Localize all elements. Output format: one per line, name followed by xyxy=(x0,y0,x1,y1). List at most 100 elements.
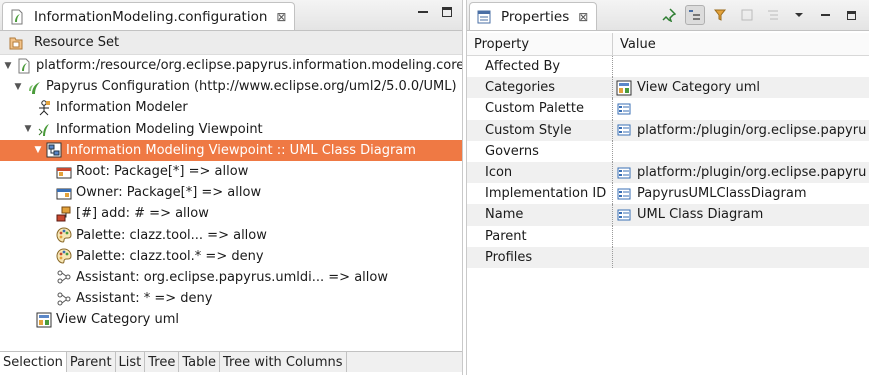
property-value[interactable]: UML Class Diagram xyxy=(613,204,763,225)
tree-item-label: Papyrus Configuration (http://www.eclips… xyxy=(46,79,457,95)
minimize-icon[interactable] xyxy=(418,7,428,17)
filter-icon[interactable] xyxy=(711,5,731,25)
maximize-icon[interactable] xyxy=(841,5,861,25)
tree-item[interactable]: Palette: clazz.tool... => allow xyxy=(0,225,462,246)
tree-item-label: Root: Package[*] => allow xyxy=(76,164,249,180)
minimize-icon[interactable] xyxy=(815,5,835,25)
tree-item[interactable]: View Category uml xyxy=(0,309,462,330)
editor-tab-table[interactable]: Table xyxy=(179,352,220,372)
property-value-text: platform:/plugin/org.eclipse.papyru xyxy=(637,122,867,138)
close-icon[interactable]: ⊠ xyxy=(276,10,286,24)
tree-item[interactable]: Assistant: org.eclipse.papyrus.umldi... … xyxy=(0,267,462,288)
tree-item-label: Assistant: * => deny xyxy=(76,291,213,307)
tree-item-label: Palette: clazz.tool... => allow xyxy=(76,227,267,243)
tree-item[interactable]: Palette: clazz.tool.* => deny xyxy=(0,246,462,267)
configuration-icon xyxy=(26,79,42,95)
property-value[interactable]: View Category uml xyxy=(613,77,760,98)
expand-toggle-icon[interactable]: ▼ xyxy=(2,61,14,71)
tree-item-label: Assistant: org.eclipse.papyrus.umldi... … xyxy=(76,269,388,285)
property-name: Profiles xyxy=(467,246,613,268)
expand-toggle-icon[interactable]: ▼ xyxy=(22,124,34,134)
expand-toggle-icon[interactable]: ▼ xyxy=(32,145,44,155)
item-icon xyxy=(616,165,632,181)
editor-tab-tree[interactable]: Tree xyxy=(145,352,180,372)
property-row[interactable]: Affected By xyxy=(467,56,869,78)
tree-item[interactable]: ▼ Information Modeling Viewpoint xyxy=(0,119,462,140)
property-row[interactable]: Icon platform:/plugin/org.eclipse.papyru xyxy=(467,161,869,184)
property-row[interactable]: Custom Style platform:/plugin/org.eclipse… xyxy=(467,119,869,141)
property-row[interactable]: Categories View Category uml xyxy=(467,77,869,99)
root-rule-icon xyxy=(56,164,72,180)
child-rule-icon xyxy=(56,206,72,222)
property-row[interactable]: Profiles xyxy=(467,246,869,268)
property-row[interactable]: Custom Palette xyxy=(467,98,869,120)
tree-item-label: Information Modeler xyxy=(56,100,188,116)
property-name: Custom Palette xyxy=(467,98,613,120)
editor-tab[interactable]: InformationModeling.configuration ⊠ xyxy=(2,2,296,30)
item-icon xyxy=(616,207,632,223)
editor-pane: InformationModeling.configuration ⊠ Reso… xyxy=(0,0,463,375)
tree-item[interactable]: Root: Package[*] => allow xyxy=(0,161,462,182)
item-icon xyxy=(616,122,632,138)
properties-table: Affected By Categories View Category uml Cu… xyxy=(467,56,869,268)
show-categories-icon[interactable] xyxy=(685,5,705,25)
category-icon xyxy=(616,80,632,96)
editor-tab-parent[interactable]: Parent xyxy=(67,352,116,372)
properties-tab[interactable]: Properties ⊠ xyxy=(469,2,598,30)
model-tree: ▼ platform:/resource/org.eclipse.papyrus.… xyxy=(0,55,462,330)
view-menu-icon[interactable] xyxy=(789,5,809,25)
tree-item-label: Information Modeling Viewpoint xyxy=(56,121,263,137)
advanced-properties-icon[interactable] xyxy=(763,5,783,25)
property-name: Name xyxy=(467,204,613,226)
properties-toolbar xyxy=(659,5,861,25)
property-value[interactable] xyxy=(613,141,616,162)
property-value[interactable] xyxy=(613,98,637,119)
properties-column-header: Property Value xyxy=(467,33,869,56)
property-name: Affected By xyxy=(467,56,613,78)
tree-item[interactable]: ▼ platform:/resource/org.eclipse.papyrus.… xyxy=(0,55,462,76)
tree-item[interactable]: Assistant: * => deny xyxy=(0,288,462,309)
restore-default-icon[interactable] xyxy=(737,5,757,25)
editor-tab-list[interactable]: List xyxy=(116,352,146,372)
editor-tab-tree-with-columns[interactable]: Tree with Columns xyxy=(220,352,347,372)
value-column-header[interactable]: Value xyxy=(613,33,656,55)
tree-item-label: Palette: clazz.tool.* => deny xyxy=(76,248,264,264)
property-value[interactable]: platform:/plugin/org.eclipse.papyru xyxy=(613,162,866,183)
property-value-text: View Category uml xyxy=(637,80,761,96)
property-value[interactable] xyxy=(613,226,616,247)
tree-item-label: Owner: Package[*] => allow xyxy=(76,185,262,201)
property-value-text: platform:/plugin/org.eclipse.papyru xyxy=(637,165,867,181)
tree-item[interactable]: ▼ Papyrus Configuration (http://www.eclip… xyxy=(0,76,462,97)
expand-toggle-icon[interactable]: ▼ xyxy=(12,82,24,92)
property-row[interactable]: Parent xyxy=(467,225,869,247)
resource-set-label: Resource Set xyxy=(34,35,120,50)
property-row[interactable]: Implementation ID PapyrusUMLClassDiagram xyxy=(467,183,869,205)
property-value[interactable] xyxy=(613,56,616,77)
owner-rule-icon xyxy=(56,185,72,201)
tree-item-label: Information Modeling Viewpoint :: UML Cl… xyxy=(66,142,416,158)
tree-item[interactable]: Information Modeler xyxy=(0,97,462,118)
maximize-icon[interactable] xyxy=(442,7,452,17)
close-icon[interactable]: ⊠ xyxy=(578,10,588,24)
property-name: Implementation ID xyxy=(467,183,613,205)
tree-item[interactable]: [#] add: # => allow xyxy=(0,203,462,224)
property-value[interactable] xyxy=(613,247,616,268)
pin-icon[interactable] xyxy=(659,5,679,25)
property-name: Categories xyxy=(467,77,613,99)
tree-item[interactable]: ▼ Information Modeling Viewpoint :: UML C… xyxy=(0,139,462,161)
property-value[interactable]: PapyrusUMLClassDiagram xyxy=(613,183,807,204)
properties-pane: Properties ⊠ Property Value Affected By … xyxy=(466,0,869,375)
property-value-text: UML Class Diagram xyxy=(637,207,764,223)
property-name: Icon xyxy=(467,161,613,184)
property-column-header[interactable]: Property xyxy=(467,33,613,55)
configuration-file-icon xyxy=(9,9,25,25)
resource-set-header[interactable]: Resource Set xyxy=(0,31,462,55)
property-row[interactable]: Governs xyxy=(467,140,869,162)
property-row[interactable]: Name UML Class Diagram xyxy=(467,204,869,226)
editor-tab-selection[interactable]: Selection xyxy=(0,352,67,372)
tree-item-label: [#] add: # => allow xyxy=(76,206,209,222)
property-value-text: PapyrusUMLClassDiagram xyxy=(637,186,807,202)
category-icon xyxy=(36,312,52,328)
tree-item[interactable]: Owner: Package[*] => allow xyxy=(0,182,462,203)
property-value[interactable]: platform:/plugin/org.eclipse.papyru xyxy=(613,120,866,141)
